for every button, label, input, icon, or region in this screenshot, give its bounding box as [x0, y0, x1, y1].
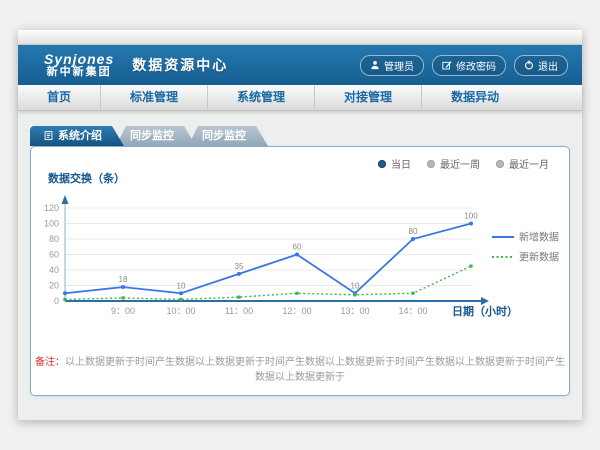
user-button-label: 管理员 — [384, 58, 414, 73]
x-tick-label: 10：00 — [166, 306, 195, 316]
radio-label: 最近一周 — [440, 156, 480, 171]
doc-icon — [44, 131, 53, 140]
user-area: 管理员 修改密码 退出 — [360, 45, 568, 85]
data-point — [179, 298, 182, 301]
y-tick-label: 40 — [49, 265, 59, 275]
chart-panel: 当日 最近一周 最近一月 数据交换（条） 0 20 40 60 80 100 120 9：00 10… — [30, 146, 570, 396]
x-axis-arrow — [481, 297, 489, 305]
tab-bar: 系统介绍 同步监控 同步监控 — [30, 126, 570, 146]
legend-label: 更新数据 — [519, 251, 559, 264]
data-point — [295, 292, 298, 295]
radio-dot — [427, 160, 435, 168]
brand-logo-cn: 新中新集团 — [44, 67, 114, 79]
radio-option-1[interactable]: 最近一周 — [427, 156, 480, 171]
radio-dot — [496, 160, 504, 168]
window-chrome-strip — [18, 30, 582, 45]
data-point — [411, 292, 414, 295]
app-header: Synjones 新中新集团 数据资源中心 管理员 修改密码 退出 — [18, 45, 582, 85]
user-button-0[interactable]: 管理员 — [360, 55, 424, 76]
data-point-label: 35 — [235, 262, 244, 271]
tab-0[interactable]: 系统介绍 — [30, 126, 124, 146]
x-tick-label: 12：00 — [282, 306, 311, 316]
data-point — [179, 291, 183, 295]
tab-label: 同步监控 — [130, 130, 174, 142]
tab-1[interactable]: 同步监控 — [116, 126, 196, 146]
data-point — [237, 296, 240, 299]
brand-logo-en: Synjones — [44, 52, 114, 67]
footnote: 备注：以上数据更新于时间产生数据以上数据更新于时间产生数据以上数据更新于时间产生… — [31, 353, 569, 383]
screen: Synjones 新中新集团 数据资源中心 管理员修改密码退出 首页标准管理系统… — [0, 0, 600, 450]
x-tick-label: 14：00 — [398, 306, 427, 316]
data-point — [469, 265, 472, 268]
power-icon — [524, 60, 534, 70]
chart-y-axis-title: 数据交换（条） — [48, 170, 125, 186]
time-range-radio-group: 当日 最近一周 最近一月 — [378, 156, 549, 171]
y-tick-label: 0 — [54, 296, 59, 306]
radio-dot — [378, 160, 386, 168]
data-point — [121, 285, 125, 289]
legend-label: 新增数据 — [519, 231, 559, 244]
radio-label: 当日 — [391, 156, 411, 171]
footnote-text: 以上数据更新于时间产生数据以上数据更新于时间产生数据以上数据更新于时间产生数据以… — [65, 357, 565, 383]
user-button-1[interactable]: 修改密码 — [432, 55, 506, 76]
app-window: Synjones 新中新集团 数据资源中心 管理员修改密码退出 首页标准管理系统… — [18, 30, 582, 420]
y-tick-label: 120 — [44, 203, 59, 213]
data-point-label: 80 — [409, 227, 418, 236]
data-point — [63, 298, 66, 301]
tab-label: 同步监控 — [202, 130, 246, 142]
nav-item-2[interactable]: 系统管理 — [208, 85, 315, 110]
radio-option-2[interactable]: 最近一月 — [496, 156, 549, 171]
data-point — [295, 253, 299, 257]
nav-item-0[interactable]: 首页 — [18, 85, 101, 110]
user-button-label: 修改密码 — [456, 58, 496, 73]
y-tick-label: 20 — [49, 281, 59, 291]
data-point — [411, 237, 415, 241]
user-button-2[interactable]: 退出 — [514, 55, 568, 76]
line-chart: 0 20 40 60 80 100 120 9：00 10：00 11：00 12：00 13：00 1… — [31, 191, 569, 321]
x-tick-label: 9：00 — [111, 306, 135, 316]
data-point-label: 10 — [177, 281, 186, 290]
y-tick-label: 60 — [49, 250, 59, 260]
data-point — [469, 222, 473, 226]
radio-option-0[interactable]: 当日 — [378, 156, 411, 171]
nav-item-4[interactable]: 数据异动 — [422, 85, 528, 110]
tab-2[interactable]: 同步监控 — [188, 126, 268, 146]
data-point — [237, 272, 241, 276]
y-tick-label: 100 — [44, 219, 59, 229]
data-point — [63, 291, 67, 295]
main-nav: 首页标准管理系统管理对接管理数据异动 — [18, 85, 582, 111]
x-tick-label: 11：00 — [225, 306, 253, 316]
content-area: 系统介绍 同步监控 同步监控 当日 最近一周 最近一月 数据交换（条） 0 20 40 60 8… — [18, 111, 582, 396]
brand-logo: Synjones 新中新集团 — [44, 52, 114, 78]
data-point-label: 18 — [119, 275, 128, 284]
edit-icon — [442, 60, 452, 70]
y-tick-label: 80 — [49, 234, 59, 244]
data-point-label: 60 — [293, 243, 302, 252]
data-point — [353, 293, 356, 296]
data-point-label: 10 — [351, 281, 360, 290]
user-icon — [370, 60, 380, 70]
radio-label: 最近一月 — [509, 156, 549, 171]
footnote-label: 备注： — [35, 357, 65, 368]
nav-item-1[interactable]: 标准管理 — [101, 85, 208, 110]
nav-item-3[interactable]: 对接管理 — [315, 85, 422, 110]
data-point — [121, 296, 124, 299]
chart-x-axis-title: 日期（小时） — [452, 304, 518, 318]
line-chart-svg: 0 20 40 60 80 100 120 9：00 10：00 11：00 12：00 13：00 1… — [31, 191, 569, 321]
y-axis-arrow — [62, 195, 69, 204]
tab-label: 系统介绍 — [58, 130, 102, 142]
data-point-label: 100 — [464, 212, 478, 221]
page-title: 数据资源中心 — [132, 55, 228, 75]
user-button-label: 退出 — [538, 58, 558, 73]
x-tick-label: 13：00 — [340, 306, 369, 316]
